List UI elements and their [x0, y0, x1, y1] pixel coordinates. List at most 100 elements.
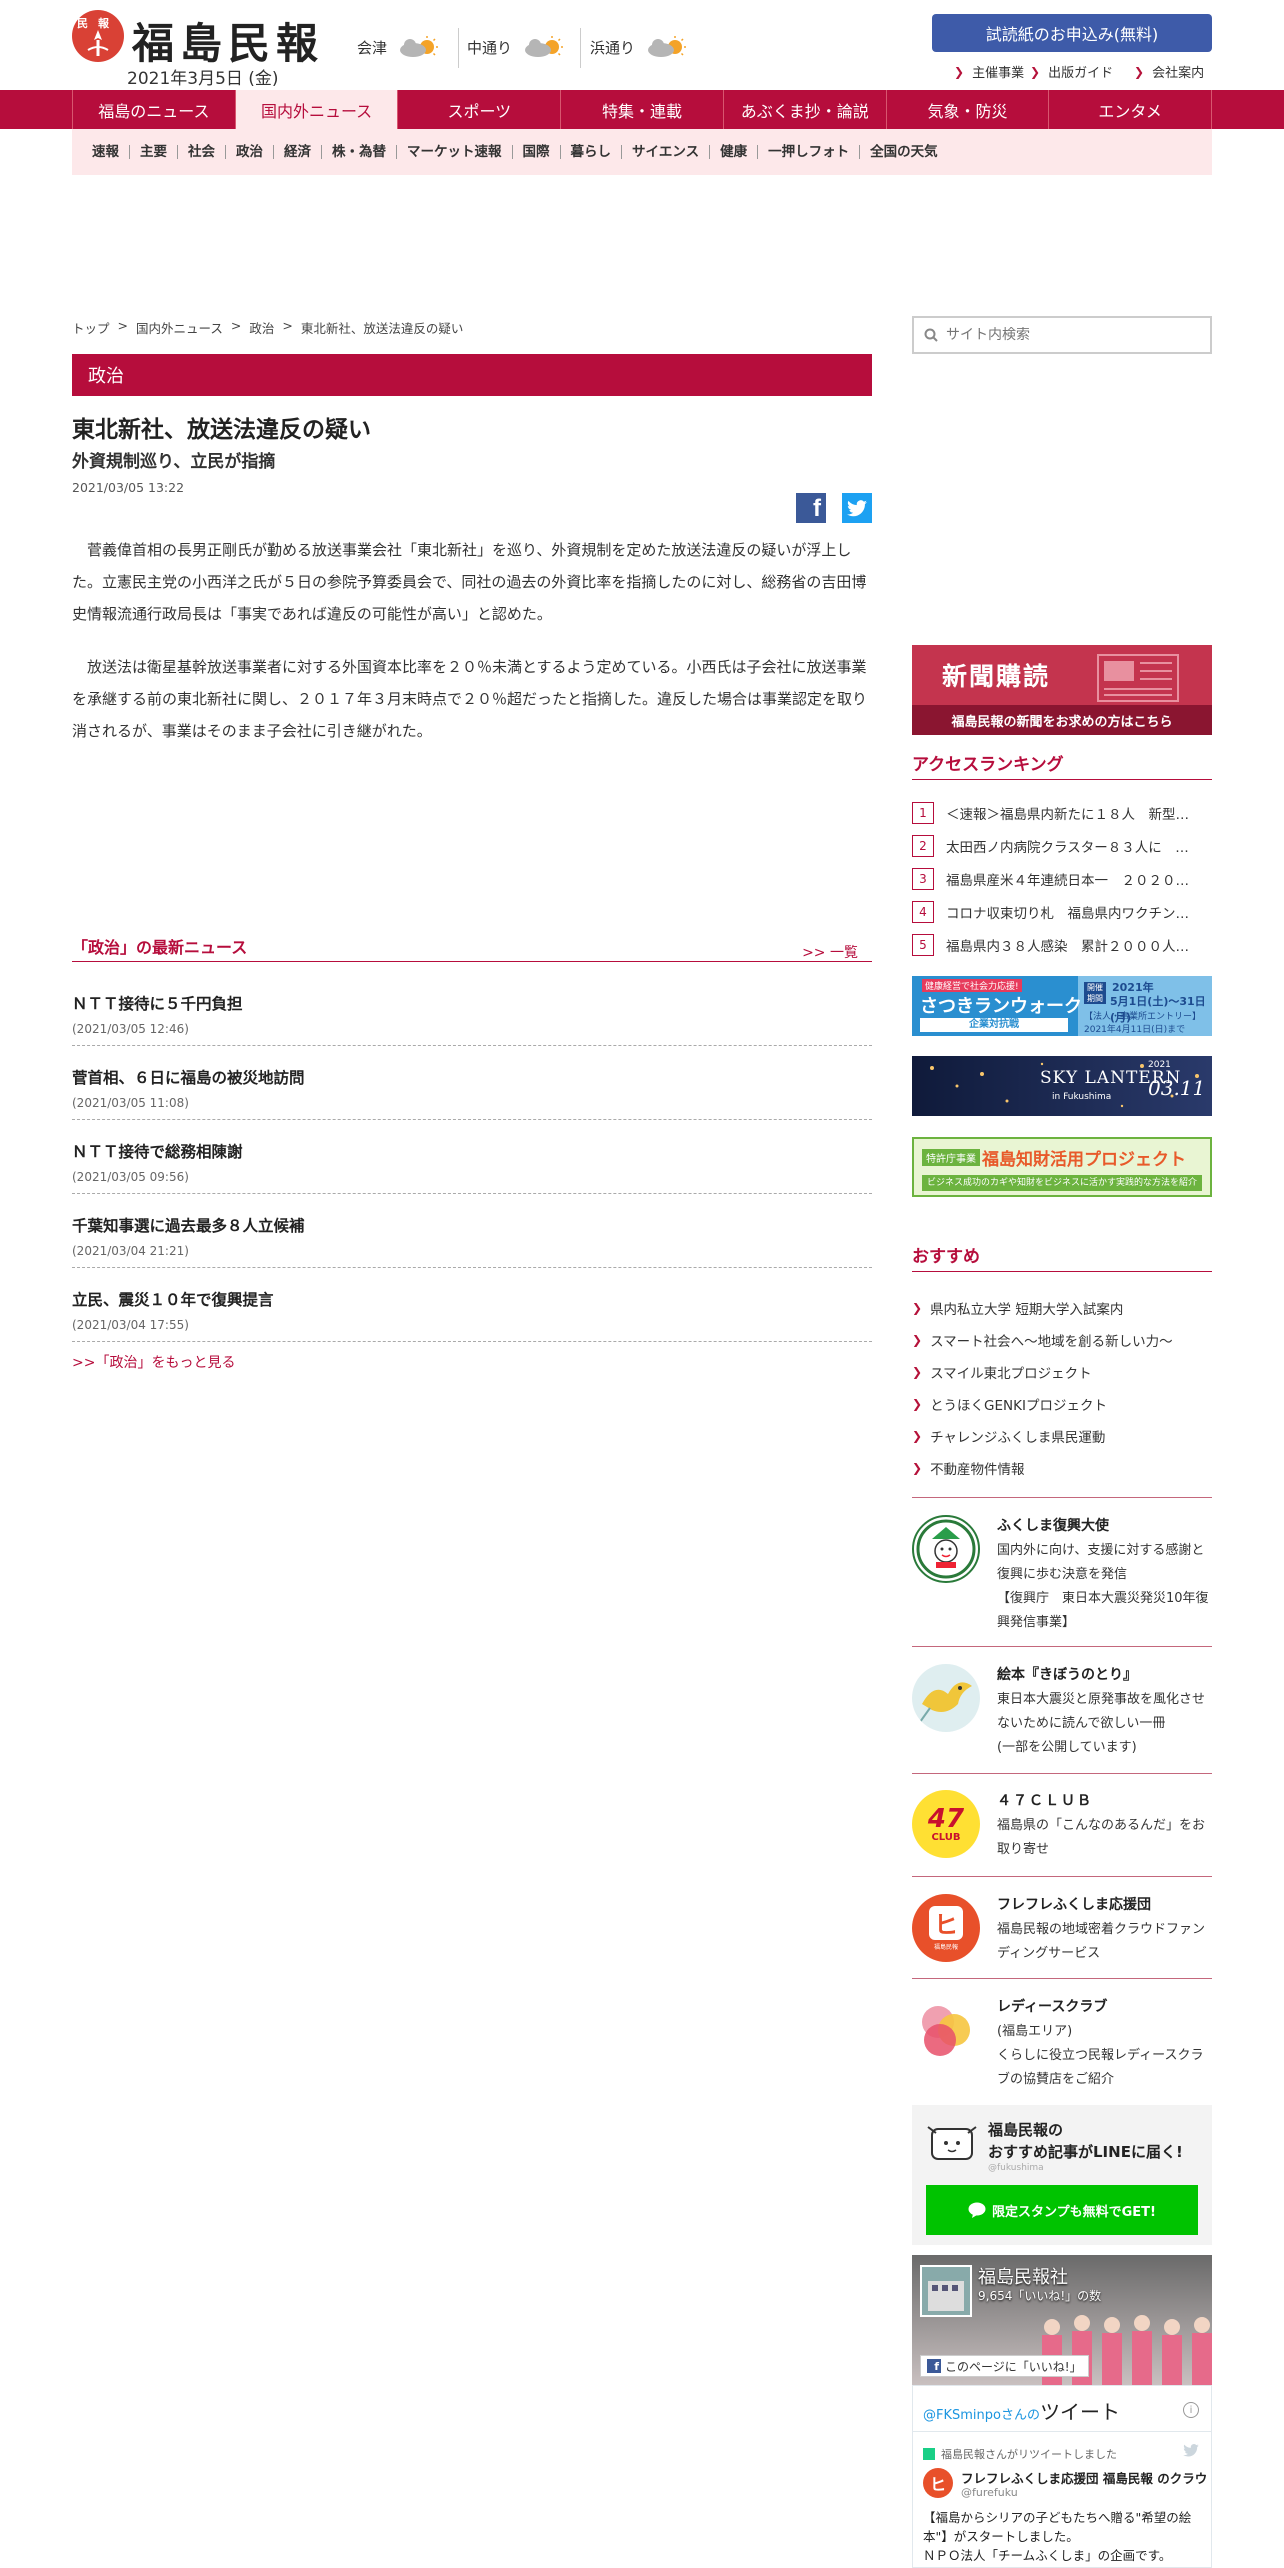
ranking-item-text[interactable]: コロナ収束切り札 福島県内ワクチン… — [946, 902, 1189, 922]
ranking-item-text[interactable]: 太田西ノ内病院クラスター８３人に … — [946, 836, 1189, 856]
news-item-title[interactable]: 立民、震災１０年で復興提言 — [72, 1288, 274, 1310]
header-link-events[interactable]: ❯ 主催事業 — [954, 62, 1024, 82]
recommend-item[interactable]: ❯ チャレンジふくしま県民運動 — [912, 1426, 1105, 1446]
subnav-stocks[interactable]: 株・為替 — [322, 145, 397, 159]
tweet-user-handle[interactable]: @furefuku — [961, 2486, 1018, 2499]
weather-hamadori[interactable]: 浜通り — [590, 30, 689, 64]
promo-title: フレフレふくしま応援団 — [997, 1897, 1151, 1913]
subnav-politics[interactable]: 政治 — [226, 145, 274, 159]
breadcrumb-politics[interactable]: 政治 — [249, 318, 274, 337]
news-item-title[interactable]: ＮＴＴ接待に５千円負担 — [72, 992, 243, 1014]
chevron-right-icon: ❯ — [912, 1333, 923, 1347]
subnav-breaking[interactable]: 速報 — [90, 145, 130, 159]
recommend-item[interactable]: ❯ 県内私立大学 短期大学入試案内 — [912, 1298, 1123, 1318]
subnav-health[interactable]: 健康 — [710, 145, 759, 159]
logo-badge[interactable]: 民報 — [72, 10, 124, 62]
news-list-item[interactable]: 千葉知事選に過去最多８人立候補 (2021/03/04 21:21) — [72, 1194, 872, 1268]
ranking-item[interactable]: 5 福島県内３８人感染 累計２０００人… — [912, 933, 1212, 957]
rank-number: 5 — [912, 934, 934, 956]
subnav-market[interactable]: マーケット速報 — [397, 145, 513, 159]
ranking-item[interactable]: 4 コロナ収束切り札 福島県内ワクチン… — [912, 900, 1212, 924]
nav-features[interactable]: 特集・連載 — [561, 90, 724, 129]
nav-domestic-intl[interactable]: 国内外ニュース — [235, 90, 399, 129]
subnav-photo[interactable]: 一押しフォト — [758, 145, 861, 159]
header-link-publishing[interactable]: ❯ 出版ガイド — [1030, 62, 1113, 82]
search-icon — [924, 328, 938, 342]
news-item-title[interactable]: 千葉知事選に過去最多８人立候補 — [72, 1214, 305, 1236]
banner-kicker: 健康経営で社会力応援! — [922, 979, 1022, 992]
search-input[interactable] — [946, 327, 1186, 343]
subnav-international[interactable]: 国際 — [513, 145, 561, 159]
ranking-item[interactable]: 3 福島県産米４年連続日本一 ２０２０… — [912, 867, 1212, 891]
breadcrumb-separator: > — [230, 318, 242, 333]
info-icon[interactable]: i — [1183, 2402, 1199, 2418]
twitter-account-link[interactable]: @FKSminpoさんの — [923, 2404, 1040, 2423]
news-list-item[interactable]: ＮＴＴ接待に５千円負担 (2021/03/05 12:46) — [72, 972, 872, 1046]
tweet-user-name[interactable]: フレフレふくしま応援団 福島民報 のクラウ — [961, 2468, 1206, 2487]
satsuki-run-walk-banner[interactable]: 健康経営で社会力応援! さつきランウォーク 企業対抗戦 開催期間 2021年 5… — [912, 976, 1212, 1036]
nav-editorial[interactable]: あぶくま抄・論説 — [724, 90, 887, 129]
recommend-item[interactable]: ❯ スマート社会へ〜地域を創る新しい力〜 — [912, 1330, 1173, 1350]
sky-lantern-banner[interactable]: SKY LANTERN in Fukushima 2021 03.11 — [912, 1056, 1212, 1116]
facebook-page-name[interactable]: 福島民報社 — [978, 2263, 1068, 2289]
facebook-share-button[interactable]: f — [796, 493, 826, 523]
news-item-title[interactable]: ＮＴＴ接待で総務相陳謝 — [72, 1140, 243, 1162]
promo-47club[interactable]: 47 CLUB ４７ＣＬＵＢ 福島県の「こんなのあるんだ」をお取り寄せ — [912, 1790, 1212, 1870]
promo-title: ふくしま復興大使 — [997, 1518, 1109, 1534]
tweet-avatar[interactable]: ヒ — [923, 2468, 953, 2498]
ranking-item-text[interactable]: 福島県内３８人感染 累計２０００人… — [946, 935, 1189, 955]
facebook-page-widget[interactable]: 福島民報社 9,654「いいね!」の数 f このページに「いいね!」 — [912, 2255, 1212, 2385]
subnav-science[interactable]: サイエンス — [622, 145, 711, 159]
nav-entertainment[interactable]: エンタメ — [1049, 90, 1213, 129]
twitter-timeline-widget[interactable]: @FKSminpoさんの ツイート i 福島民報さんがリツイートしました ヒ フ… — [912, 2385, 1212, 2568]
breadcrumb-top[interactable]: トップ — [72, 318, 110, 337]
47club-badge-label: CLUB — [931, 1831, 961, 1843]
site-search[interactable] — [912, 316, 1212, 354]
politics-more-link[interactable]: >>「政治」をもっと見る — [72, 1352, 235, 1372]
promo-ladies-club[interactable]: レディースクラブ (福島エリア) くらしに役立つ民報レディースクラブの協賛店をご… — [912, 1996, 1212, 2096]
line-stamp-button[interactable]: 限定スタンプも無料でGET! — [926, 2185, 1198, 2235]
promo-fukushima-ambassador[interactable]: ふくしま復興大使 国内外に向け、支援に対する感謝と復興に歩む決意を発信 【復興庁… — [912, 1515, 1212, 1635]
twitter-share-button[interactable] — [842, 493, 872, 523]
trial-subscription-button[interactable]: 試読紙のお申込み(無料) — [932, 14, 1212, 52]
ranking-item-text[interactable]: ＜速報＞福島県内新たに１８人 新型… — [946, 803, 1189, 823]
news-list-item[interactable]: 菅首相、６日に福島の被災地訪問 (2021/03/05 11:08) — [72, 1046, 872, 1120]
subnav-national-weather[interactable]: 全国の天気 — [860, 145, 948, 159]
recommend-item[interactable]: ❯ 不動産物件情報 — [912, 1458, 1025, 1478]
subnav-society[interactable]: 社会 — [178, 145, 226, 159]
weather-nakadori[interactable]: 中通り — [467, 30, 566, 64]
breadcrumb-domestic[interactable]: 国内外ニュース — [136, 318, 223, 337]
subnav-main[interactable]: 主要 — [130, 145, 178, 159]
promo-description: 福島民報の地域密着クラウドファンディングサービス — [997, 1922, 1206, 1961]
subnav-living[interactable]: 暮らし — [561, 145, 622, 159]
ranking-item[interactable]: 2 太田西ノ内病院クラスター８３人に … — [912, 834, 1212, 858]
weather-aizu[interactable]: 会津 — [357, 30, 441, 64]
nav-weather-disaster[interactable]: 気象・防災 — [887, 90, 1050, 129]
line-promo-box[interactable]: 福島民報の おすすめ記事がLINEに届く! @fukushima 限定スタンプも… — [912, 2105, 1212, 2245]
nav-fukushima-news[interactable]: 福島のニュース — [72, 90, 236, 129]
header-link-company[interactable]: ❯ 会社案内 — [1134, 62, 1204, 82]
twitter-bird-icon — [1183, 2444, 1199, 2457]
promo-furefure-fukushima[interactable]: ヒ 福島民報 フレフレふくしま応援団 福島民報の地域密着クラウドファンディングサ… — [912, 1894, 1212, 1974]
latest-news-list-link[interactable]: >> 一覧 — [802, 942, 858, 962]
subnav-economy[interactable]: 経済 — [274, 145, 322, 159]
ip-project-banner[interactable]: 特許庁事業 福島知財活用プロジェクト ビジネス成功のカギや知財をビジネスに活かす… — [912, 1137, 1212, 1197]
logo-wordmark[interactable]: 福島民報 — [132, 10, 324, 71]
recommend-item-label: スマイル東北プロジェクト — [930, 1366, 1092, 1382]
nav-sports[interactable]: スポーツ — [398, 90, 562, 129]
subscribe-banner[interactable]: 新聞購読 福島民報の新聞をお求めの方はこちら — [912, 645, 1212, 735]
recommend-item[interactable]: ❯ とうほくGENKIプロジェクト — [912, 1394, 1107, 1414]
recommend-item[interactable]: ❯ スマイル東北プロジェクト — [912, 1362, 1092, 1382]
newspaper-icon — [1097, 654, 1179, 702]
ranking-item-text[interactable]: 福島県産米４年連続日本一 ２０２０… — [946, 869, 1189, 889]
news-item-title[interactable]: 菅首相、６日に福島の被災地訪問 — [72, 1066, 305, 1088]
recommend-item-label: 県内私立大学 短期大学入試案内 — [930, 1302, 1124, 1318]
news-list-item[interactable]: ＮＴＴ接待で総務相陳謝 (2021/03/05 09:56) — [72, 1120, 872, 1194]
facebook-like-label: このページに「いいね!」 — [945, 2359, 1082, 2374]
news-list-item[interactable]: 立民、震災１０年で復興提言 (2021/03/04 17:55) — [72, 1268, 872, 1342]
chevron-right-icon: ❯ — [912, 1301, 923, 1315]
promo-picture-book[interactable]: 絵本『きぼうのとり』 東日本大震災と原発事故を風化させないために読んで欲しい一冊… — [912, 1664, 1212, 1764]
facebook-like-button[interactable]: f このページに「いいね!」 — [920, 2355, 1089, 2377]
ranking-item[interactable]: 1 ＜速報＞福島県内新たに１８人 新型… — [912, 801, 1212, 825]
line-promo-title: 福島民報の おすすめ記事がLINEに届く! — [988, 2121, 1183, 2161]
